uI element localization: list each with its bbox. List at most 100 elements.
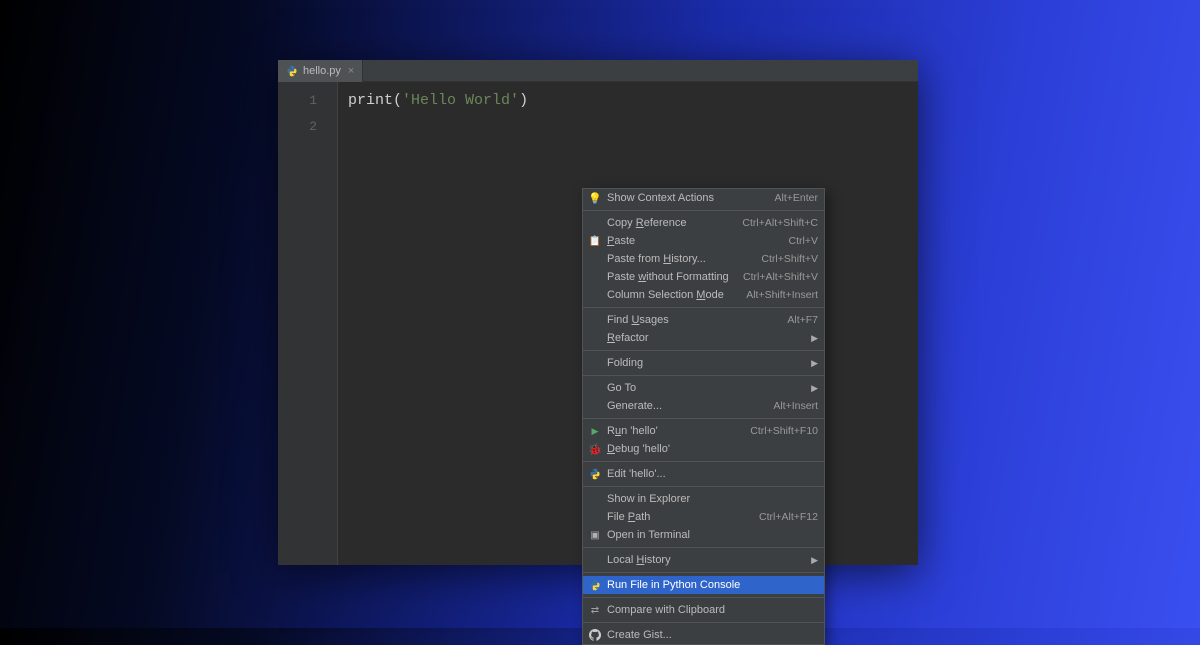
menu-item-label: Show in Explorer <box>607 493 818 505</box>
github-icon <box>587 628 603 642</box>
debug-icon: 🐞 <box>587 442 603 456</box>
spacer <box>587 216 603 230</box>
menu-item-label: Debug 'hello' <box>607 443 818 455</box>
code-token-paren: ( <box>393 92 402 109</box>
menu-separator <box>583 350 824 351</box>
menu-item-copy-reference[interactable]: Copy Reference Ctrl+Alt+Shift+C <box>583 214 824 232</box>
menu-item-create-gist[interactable]: Create Gist... <box>583 626 824 644</box>
tab-close-icon[interactable]: × <box>348 65 354 77</box>
spacer <box>587 510 603 524</box>
menu-item-label: Go To <box>607 382 810 394</box>
line-number: 2 <box>278 114 337 140</box>
menu-shortcut: Alt+F7 <box>787 314 818 326</box>
menu-item-local-history[interactable]: Local History▶ <box>583 551 824 569</box>
menu-shortcut: Ctrl+Shift+V <box>761 253 818 265</box>
python-icon <box>587 578 603 592</box>
menu-shortcut: Ctrl+Alt+F12 <box>759 511 818 523</box>
menu-item-label: Refactor <box>607 332 810 344</box>
menu-separator <box>583 418 824 419</box>
menu-item-label: Generate... <box>607 400 765 412</box>
menu-item-open-in-terminal[interactable]: ▣Open in Terminal <box>583 526 824 544</box>
menu-item-edit-hello[interactable]: Edit 'hello'... <box>583 465 824 483</box>
menu-item-go-to[interactable]: Go To▶ <box>583 379 824 397</box>
menu-item-generate[interactable]: Generate... Alt+Insert <box>583 397 824 415</box>
code-line <box>348 114 918 140</box>
spacer <box>587 399 603 413</box>
menu-shortcut: Ctrl+Alt+Shift+V <box>743 271 818 283</box>
menu-item-refactor[interactable]: Refactor▶ <box>583 329 824 347</box>
menu-item-file-path[interactable]: File Path Ctrl+Alt+F12 <box>583 508 824 526</box>
menu-item-column-selection-mode[interactable]: Column Selection Mode Alt+Shift+Insert <box>583 286 824 304</box>
menu-item-label: Paste <box>607 235 781 247</box>
file-tab[interactable]: hello.py × <box>278 60 363 82</box>
menu-item-paste-without-formatting[interactable]: Paste without Formatting Ctrl+Alt+Shift+V <box>583 268 824 286</box>
spacer <box>587 270 603 284</box>
menu-item-label: Compare with Clipboard <box>607 604 818 616</box>
spacer <box>587 356 603 370</box>
submenu-arrow-icon: ▶ <box>810 383 818 394</box>
spacer <box>587 313 603 327</box>
menu-shortcut: Alt+Shift+Insert <box>746 289 818 301</box>
menu-item-label: Paste without Formatting <box>607 271 735 283</box>
menu-separator <box>583 622 824 623</box>
spacer <box>587 252 603 266</box>
menu-item-paste-from-history[interactable]: Paste from History... Ctrl+Shift+V <box>583 250 824 268</box>
python-icon <box>587 467 603 481</box>
run-icon: ▶ <box>587 424 603 438</box>
menu-separator <box>583 461 824 462</box>
menu-item-label: Open in Terminal <box>607 529 818 541</box>
menu-shortcut: Ctrl+Alt+Shift+C <box>742 217 818 229</box>
menu-item-label: File Path <box>607 511 751 523</box>
submenu-arrow-icon: ▶ <box>810 333 818 344</box>
menu-item-show-in-explorer[interactable]: Show in Explorer <box>583 490 824 508</box>
menu-item-label: Show Context Actions <box>607 192 767 204</box>
menu-shortcut: Alt+Insert <box>773 400 818 412</box>
context-menu: 💡Show Context ActionsAlt+EnterCopy Refer… <box>582 188 825 645</box>
menu-item-show-context-actions[interactable]: 💡Show Context ActionsAlt+Enter <box>583 189 824 207</box>
menu-item-debug-hello[interactable]: 🐞 Debug 'hello' <box>583 440 824 458</box>
menu-item-run-file-in-python-console[interactable]: Run File in Python Console <box>583 576 824 594</box>
menu-separator <box>583 547 824 548</box>
menu-item-label: Find Usages <box>607 314 779 326</box>
menu-separator <box>583 375 824 376</box>
menu-separator <box>583 597 824 598</box>
compare-icon: ⇄ <box>587 603 603 617</box>
clipboard-icon: 📋 <box>587 234 603 248</box>
tab-filename: hello.py <box>303 65 341 77</box>
menu-item-label: Local History <box>607 554 810 566</box>
line-number-gutter: 1 2 <box>278 82 338 565</box>
menu-item-label: Run File in Python Console <box>607 579 818 591</box>
menu-separator <box>583 486 824 487</box>
submenu-arrow-icon: ▶ <box>810 358 818 369</box>
menu-item-label: Folding <box>607 357 810 369</box>
menu-item-label: Copy Reference <box>607 217 734 229</box>
menu-item-paste[interactable]: 📋 Paste Ctrl+V <box>583 232 824 250</box>
spacer <box>587 553 603 567</box>
menu-item-label: Run 'hello' <box>607 425 742 437</box>
python-file-icon <box>286 65 298 77</box>
menu-separator <box>583 210 824 211</box>
menu-shortcut: Ctrl+V <box>789 235 818 247</box>
code-line: print('Hello World') <box>348 88 918 114</box>
submenu-arrow-icon: ▶ <box>810 555 818 566</box>
code-token-func: print <box>348 92 393 109</box>
tab-bar: hello.py × <box>278 60 918 82</box>
menu-item-label: Column Selection Mode <box>607 289 738 301</box>
menu-item-run-hello[interactable]: ▶ Run 'hello' Ctrl+Shift+F10 <box>583 422 824 440</box>
code-token-string: 'Hello World' <box>402 92 519 109</box>
spacer <box>587 381 603 395</box>
spacer <box>587 492 603 506</box>
menu-item-label: Paste from History... <box>607 253 753 265</box>
line-number: 1 <box>278 88 337 114</box>
menu-shortcut: Ctrl+Shift+F10 <box>750 425 818 437</box>
code-token-paren: ) <box>519 92 528 109</box>
menu-separator <box>583 572 824 573</box>
menu-item-label: Create Gist... <box>607 629 818 641</box>
menu-shortcut: Alt+Enter <box>775 192 818 204</box>
spacer <box>587 331 603 345</box>
menu-item-folding[interactable]: Folding▶ <box>583 354 824 372</box>
menu-item-compare-with-clipboard[interactable]: ⇄ Compare with Clipboard <box>583 601 824 619</box>
menu-item-label: Edit 'hello'... <box>607 468 818 480</box>
spacer <box>587 288 603 302</box>
menu-item-find-usages[interactable]: Find Usages Alt+F7 <box>583 311 824 329</box>
